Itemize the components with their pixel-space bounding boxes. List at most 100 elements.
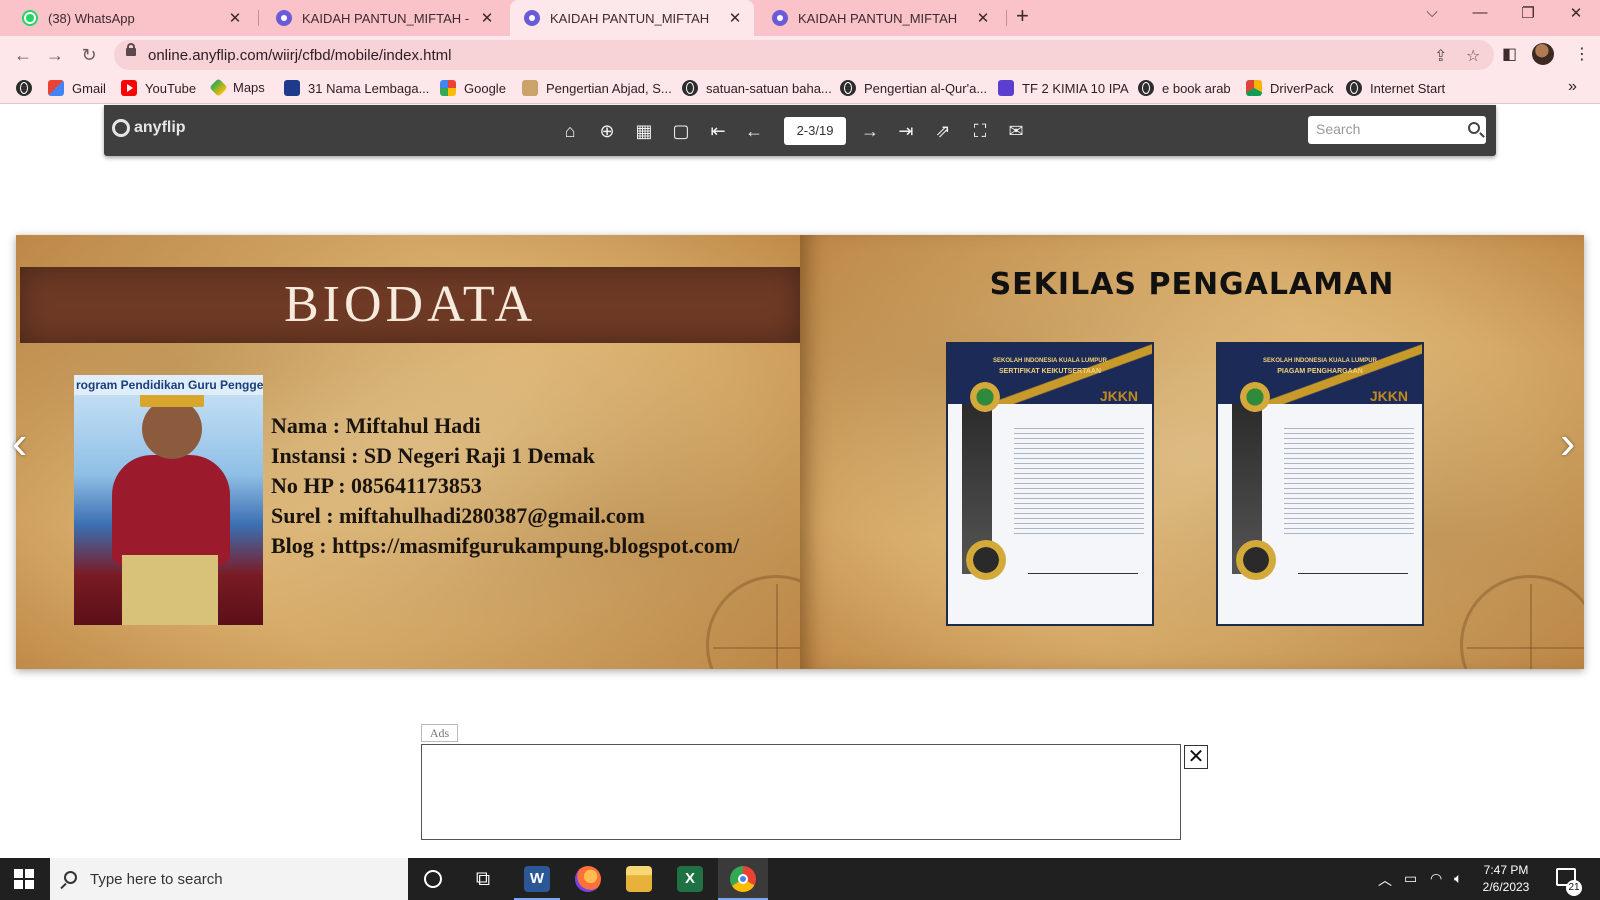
certificate-body-text — [1284, 424, 1414, 534]
email-icon[interactable]: ✉ — [1004, 119, 1028, 143]
google-icon — [440, 80, 456, 96]
bookmark-abjad[interactable]: Pengertian Abjad, S... — [522, 80, 672, 96]
form-icon — [998, 80, 1014, 96]
anyflip-logo[interactable]: anyflip — [112, 119, 186, 137]
experience-title: SEKILAS PENGALAMAN — [989, 267, 1395, 302]
close-icon[interactable]: ✕ — [226, 9, 244, 27]
biodata-name: Nama : Miftahul Hadi — [271, 413, 481, 438]
anyflip-icon — [772, 10, 788, 26]
taskbar-clock[interactable]: 7:47 PM 2/6/2023 — [1466, 862, 1546, 896]
bookmark-gmail[interactable]: Gmail — [48, 80, 106, 96]
book-spread[interactable]: BIODATA rogram Pendidikan Guru Penggerak… — [16, 235, 1584, 669]
flip-previous-icon[interactable]: ‹ — [12, 415, 27, 469]
close-ad-button[interactable]: ✕ — [1184, 745, 1208, 769]
avatar[interactable] — [1532, 43, 1554, 65]
taskbar-search-box[interactable]: Type here to search — [50, 858, 408, 900]
flipbook-viewer: anyflip ⌂ ⊕ ▦ ▢ ⇤ ← 2-3/19 → ⇥ ⇗ ⛶ ✉ Sea… — [0, 105, 1600, 840]
bookmark-label: Pengertian al-Qur'a... — [864, 80, 988, 96]
forward-icon[interactable]: → — [44, 45, 66, 66]
back-icon[interactable]: ← — [12, 45, 34, 66]
bookmark-icon — [522, 80, 538, 96]
chrome-icon[interactable] — [730, 866, 756, 892]
maps-icon — [209, 78, 228, 97]
previous-page-icon[interactable]: ← — [742, 119, 766, 143]
menu-icon[interactable]: ⋮ — [1574, 44, 1590, 64]
tab-title: (38) WhatsApp — [48, 10, 135, 26]
flip-next-icon[interactable]: › — [1560, 415, 1575, 469]
windows-start-icon[interactable] — [14, 869, 34, 889]
search-icon[interactable] — [1468, 122, 1480, 134]
bookmark-youtube[interactable]: YouTube — [121, 80, 196, 96]
close-icon[interactable]: ✕ — [726, 9, 744, 27]
bookmark-icon — [284, 80, 300, 96]
bookmark-internet-start[interactable]: Internet Start — [1346, 80, 1445, 96]
bookmark-alquran[interactable]: Pengertian al-Qur'a... — [840, 80, 987, 96]
reload-icon[interactable]: ↻ — [78, 45, 100, 66]
biodata-institution: Instansi : SD Negeri Raji 1 Demak — [271, 443, 595, 468]
cortana-icon[interactable] — [424, 870, 442, 888]
signature-line — [1028, 554, 1138, 574]
tab-kaidah-pantun-1[interactable]: KAIDAH PANTUN_MIFTAH - Mift ✕ — [262, 0, 506, 36]
tab-title: KAIDAH PANTUN_MIFTAH - Mift — [302, 10, 472, 26]
next-page-icon[interactable]: → — [858, 119, 882, 143]
bookmark-maps[interactable]: Maps — [209, 78, 265, 97]
biodata-email: Surel : miftahulhadi280387@gmail.com — [271, 503, 645, 528]
share-icon[interactable]: ⇗ — [931, 119, 955, 143]
globe-icon — [1346, 80, 1362, 96]
tab-kaidah-pantun-2[interactable]: KAIDAH PANTUN_MIFTAH ✕ — [510, 0, 754, 36]
close-icon[interactable]: ✕ — [478, 9, 496, 27]
minimize-icon[interactable]: — — [1460, 4, 1500, 21]
anyflip-icon — [276, 10, 292, 26]
globe-icon — [840, 80, 856, 96]
word-icon[interactable]: W — [524, 866, 550, 892]
side-panel-icon[interactable]: ◧ — [1502, 44, 1517, 64]
bookmark-ebook-arab[interactable]: e book arab — [1138, 80, 1231, 96]
last-page-icon[interactable]: ⇥ — [894, 119, 918, 143]
tab-whatsapp[interactable]: (38) WhatsApp ✕ — [8, 0, 254, 36]
home-icon[interactable]: ⌂ — [558, 119, 582, 143]
share-icon[interactable]: ⇪ — [1434, 46, 1447, 66]
page-indicator-input[interactable]: 2-3/19 — [784, 117, 846, 145]
wifi-icon[interactable]: ◠ — [1430, 870, 1442, 887]
restore-icon[interactable]: ❐ — [1508, 4, 1548, 22]
zoom-icon[interactable]: ⊕ — [595, 119, 619, 143]
close-icon[interactable]: ✕ — [974, 9, 992, 27]
search-icon — [64, 871, 77, 884]
school-emblem-icon — [1240, 382, 1270, 412]
flipbook-search-input[interactable]: Search — [1308, 116, 1486, 144]
bookmark-tf2-kimia[interactable]: TF 2 KIMIA 10 IPA — [998, 80, 1129, 96]
browser-tab-strip: (38) WhatsApp ✕ KAIDAH PANTUN_MIFTAH - M… — [0, 0, 1600, 36]
tab-kaidah-pantun-3[interactable]: KAIDAH PANTUN_MIFTAH ✕ — [758, 0, 1002, 36]
tab-search-chevron-icon[interactable]: ⌵ — [1412, 4, 1452, 21]
address-bar[interactable]: online.anyflip.com/wiirj/cfbd/mobile/ind… — [114, 40, 1494, 70]
task-view-icon[interactable]: ⧉ — [470, 866, 496, 892]
certificate-participation: SEKOLAH INDONESIA KUALA LUMPUR SERTIFIKA… — [946, 342, 1154, 626]
signature-line — [1298, 554, 1408, 574]
seal-icon — [966, 540, 1006, 580]
bookmark-driverpack[interactable]: DriverPack — [1246, 80, 1334, 96]
single-page-icon[interactable]: ▢ — [669, 119, 693, 143]
bookmark-lembaga[interactable]: 31 Nama Lembaga... — [284, 80, 429, 96]
biodata-banner: BIODATA — [20, 267, 800, 343]
globe-icon — [1138, 80, 1154, 96]
file-explorer-icon[interactable] — [626, 866, 652, 892]
firefox-icon[interactable] — [575, 866, 601, 892]
battery-icon[interactable]: ▭ — [1404, 870, 1417, 887]
tab-separator — [258, 10, 259, 26]
bookmark-google[interactable]: Google — [440, 80, 506, 96]
show-hidden-icons-chevron-icon[interactable]: ︿ — [1378, 870, 1392, 890]
anyflip-logo-text: anyflip — [134, 119, 186, 136]
first-page-icon[interactable]: ⇤ — [706, 119, 730, 143]
bookmarks-overflow-button[interactable]: » — [1568, 78, 1577, 96]
volume-icon[interactable]: 🔈︎ — [1454, 870, 1462, 887]
new-tab-button[interactable]: + — [1016, 3, 1029, 29]
excel-icon[interactable]: X — [677, 866, 703, 892]
bookmark-satuan[interactable]: satuan-satuan baha... — [682, 80, 832, 96]
thumbnails-icon[interactable]: ▦ — [632, 119, 656, 143]
bookmark-star-icon[interactable]: ☆ — [1466, 46, 1480, 66]
fullscreen-icon[interactable]: ⛶ — [968, 119, 992, 143]
window-close-icon[interactable]: ✕ — [1556, 4, 1596, 22]
windows-taskbar: Type here to search ⧉ W X ︿ ▭ ◠ 🔈︎ 7:47 … — [0, 858, 1600, 900]
bookmark-item[interactable] — [16, 80, 40, 96]
ad-banner[interactable] — [421, 744, 1181, 840]
